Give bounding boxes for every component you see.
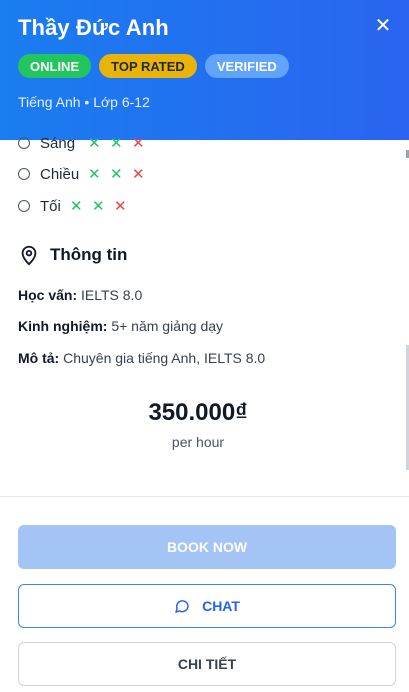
available-icon: ✕ bbox=[92, 198, 105, 215]
unavailable-icon: ✕ bbox=[132, 166, 145, 183]
education-label: Học vấn: bbox=[18, 287, 78, 303]
schedule-row-evening[interactable]: Tối ✕ ✕ ✕ bbox=[18, 196, 134, 216]
price-value: 350.000₫ bbox=[148, 399, 248, 426]
details-label: CHI TIẾT bbox=[177, 656, 237, 672]
book-now-button[interactable]: BOOK NOW bbox=[18, 525, 396, 569]
tutor-name: Thầy Đức Anh bbox=[18, 15, 169, 40]
education-value: IELTS 8.0 bbox=[81, 287, 143, 303]
description-line: Mô tả: Chuyên gia tiếng Anh, IELTS 8.0 bbox=[18, 350, 265, 366]
chat-button[interactable]: CHAT bbox=[18, 584, 396, 628]
chat-label: CHAT bbox=[202, 598, 240, 614]
details-button[interactable]: CHI TIẾT bbox=[18, 642, 396, 686]
schedule-row-label: Chiều bbox=[40, 165, 80, 183]
experience-label: Kinh nghiệm: bbox=[18, 318, 108, 334]
education-line: Học vấn: IELTS 8.0 bbox=[18, 287, 142, 303]
schedule-row-morning[interactable]: Sáng ✕ ✕ ✕ bbox=[18, 133, 152, 153]
info-section-title: Thông tin bbox=[18, 244, 127, 266]
unavailable-icon: ✕ bbox=[114, 198, 127, 215]
experience-line: Kinh nghiệm: 5+ năm giảng dạy bbox=[18, 318, 223, 334]
available-icon: ✕ bbox=[88, 166, 101, 183]
radio-button[interactable] bbox=[18, 168, 30, 180]
divider bbox=[0, 496, 409, 497]
schedule-row-label: Sáng bbox=[40, 134, 76, 152]
close-icon[interactable]: ✕ bbox=[371, 14, 395, 38]
experience-value: 5+ năm giảng dạy bbox=[111, 318, 224, 334]
schedule-row-label: Tối bbox=[40, 197, 61, 215]
schedule-row-afternoon[interactable]: Chiều ✕ ✕ ✕ bbox=[18, 164, 152, 184]
available-icon: ✕ bbox=[70, 198, 83, 215]
price-unit: per hour bbox=[171, 434, 225, 450]
chat-bubble-icon bbox=[175, 600, 189, 613]
available-icon: ✕ bbox=[110, 135, 123, 152]
online-badge: ONLINE bbox=[18, 54, 92, 78]
top-rated-badge: TOP RATED bbox=[99, 54, 197, 78]
radio-button[interactable] bbox=[18, 200, 30, 212]
book-now-label: BOOK NOW bbox=[166, 539, 248, 555]
badge-group: ONLINE TOP RATED VERIFIED bbox=[18, 54, 289, 78]
description-value: Chuyên gia tiếng Anh, IELTS 8.0 bbox=[63, 350, 266, 366]
description-label: Mô tả: bbox=[18, 350, 60, 366]
map-pin-icon bbox=[21, 245, 37, 266]
unavailable-icon: ✕ bbox=[132, 135, 145, 152]
verified-badge: VERIFIED bbox=[204, 54, 289, 78]
info-title-text: Thông tin bbox=[50, 245, 128, 264]
radio-button[interactable] bbox=[18, 137, 30, 149]
available-icon: ✕ bbox=[88, 135, 101, 152]
subject-grade: Tiếng Anh • Lớp 6-12 bbox=[18, 94, 150, 110]
profile-header: Thầy Đức Anh ✕ ONLINE TOP RATED VERIFIED… bbox=[0, 0, 409, 140]
available-icon: ✕ bbox=[110, 166, 123, 183]
